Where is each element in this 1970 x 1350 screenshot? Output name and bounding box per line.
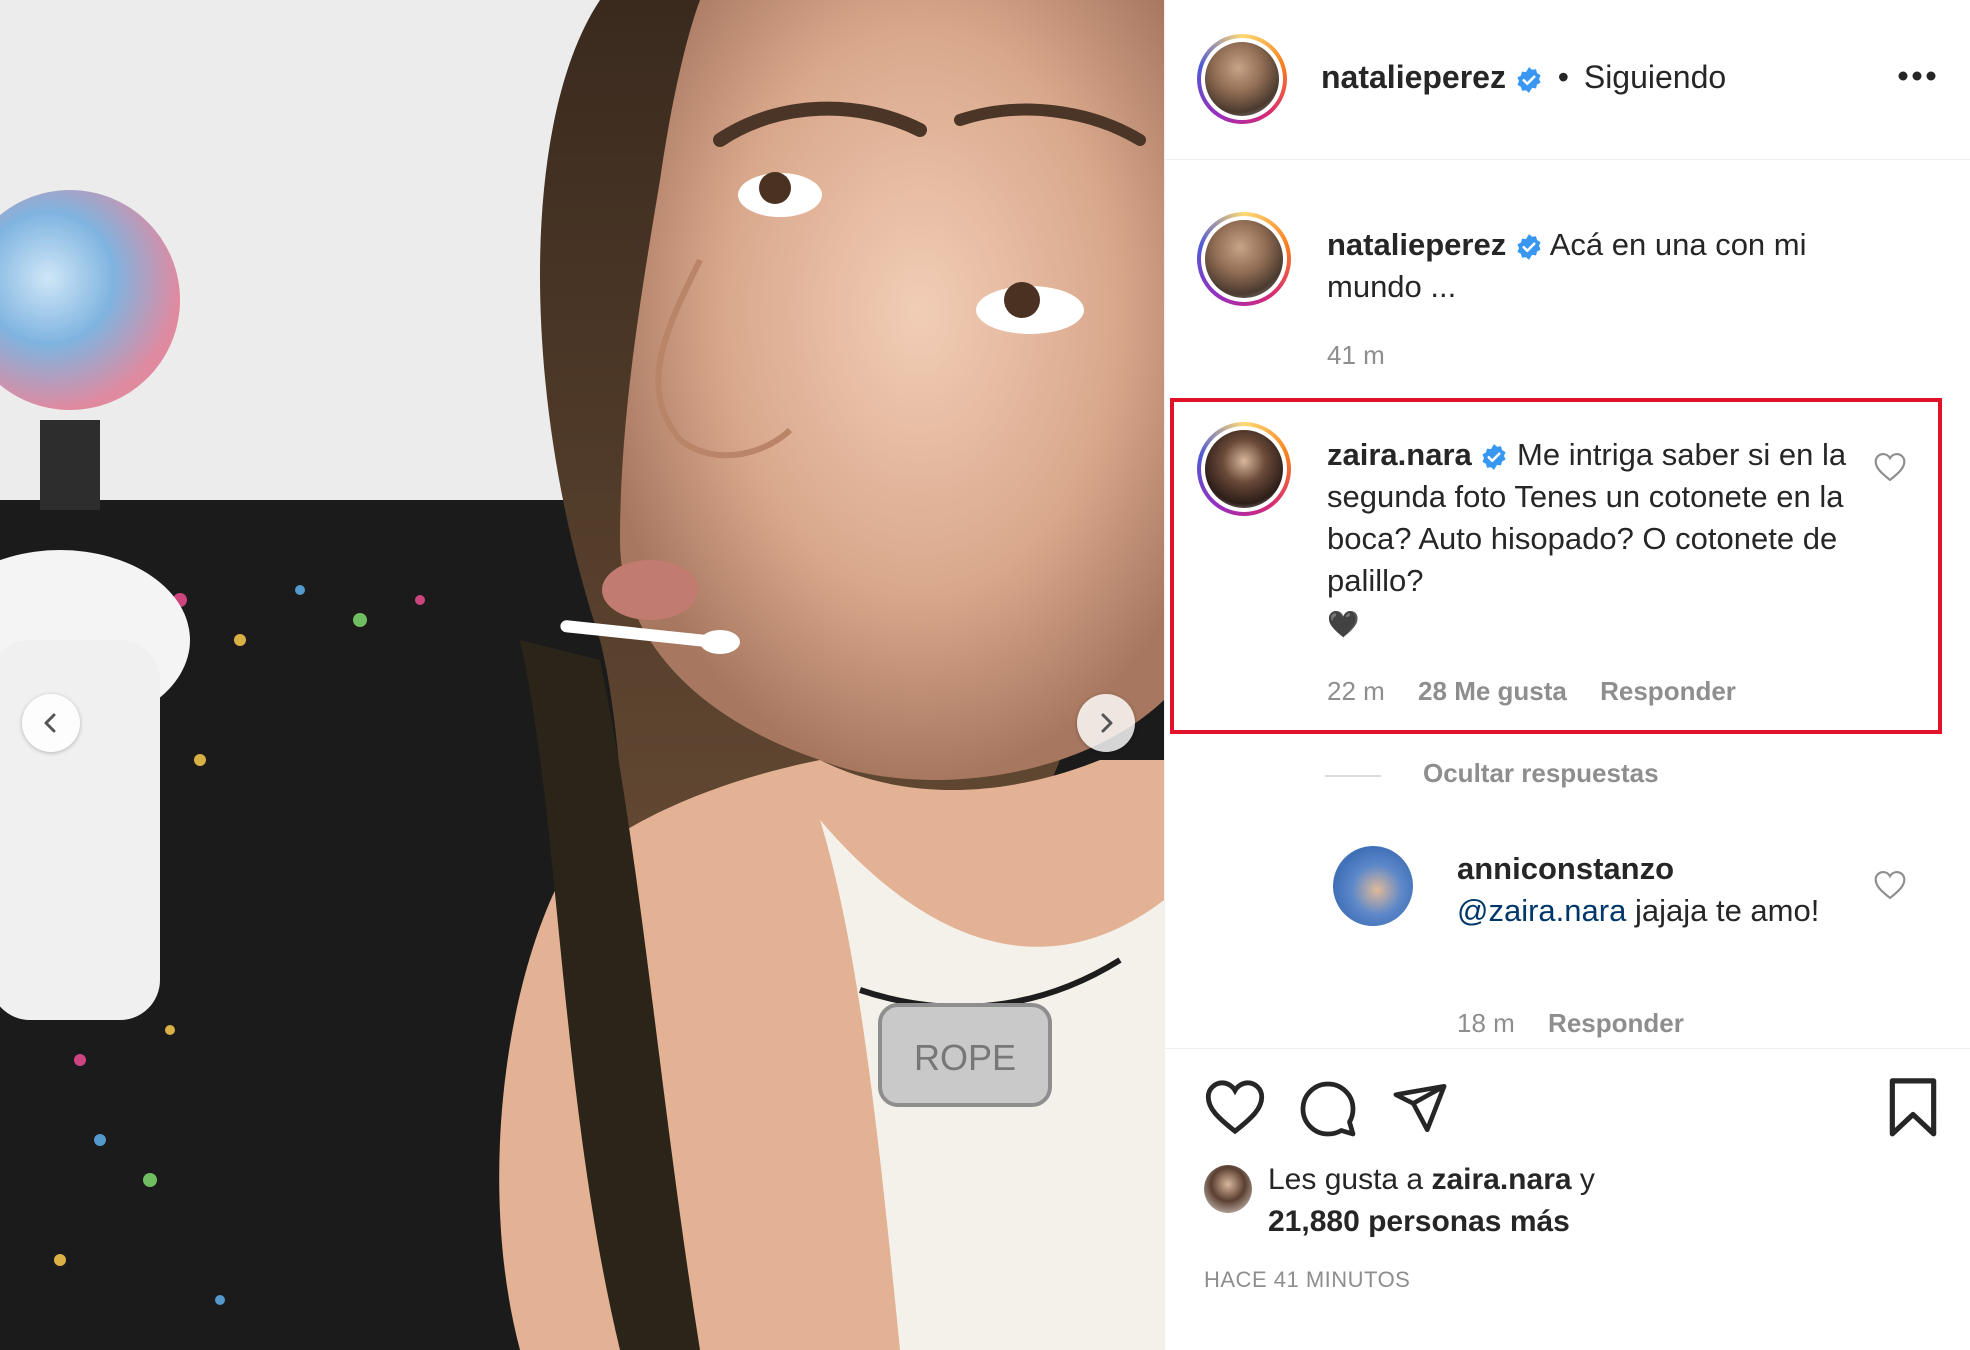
- header-username[interactable]: natalieperez: [1321, 59, 1506, 95]
- liker-avatar[interactable]: [1204, 1165, 1252, 1213]
- caption-avatar[interactable]: [1197, 212, 1291, 306]
- like-heart-icon[interactable]: [1204, 1079, 1266, 1135]
- chevron-left-icon: [44, 713, 56, 733]
- carousel-prev-button[interactable]: [22, 694, 80, 752]
- caption-meta: 41 m: [1327, 340, 1411, 371]
- carousel-next-button[interactable]: [1077, 694, 1135, 752]
- post-header: natalieperez • Siguiendo: [1165, 0, 1970, 160]
- follow-status-button[interactable]: Siguiendo: [1584, 59, 1726, 95]
- reply-text: jajaja te amo!: [1634, 893, 1820, 928]
- reply-avatar[interactable]: [1333, 846, 1413, 926]
- photo-illustration: ROPE: [0, 0, 1164, 1350]
- hide-replies-button[interactable]: Ocultar respuestas: [1423, 758, 1685, 789]
- likes-username[interactable]: zaira.nara: [1431, 1163, 1571, 1196]
- comment-highlight-box: [1170, 398, 1942, 734]
- caption-time[interactable]: 41 m: [1327, 340, 1385, 370]
- author-avatar[interactable]: [1197, 34, 1287, 124]
- necklace-text: ROPE: [914, 1037, 1016, 1078]
- hide-replies-line: [1325, 775, 1381, 777]
- post-photo: ROPE: [0, 0, 1164, 1350]
- chevron-right-icon: [1101, 713, 1113, 733]
- reply-text-block: anniconstanzo @zaira.nara jajaja te amo!: [1457, 848, 1877, 932]
- likes-others-count[interactable]: 21,880 personas más: [1268, 1205, 1570, 1238]
- save-bookmark-icon[interactable]: [1886, 1077, 1940, 1139]
- caption-username[interactable]: natalieperez: [1327, 227, 1506, 262]
- likes-summary: Les gusta a zaira.nara y 21,880 personas…: [1268, 1159, 1768, 1243]
- reply-mention[interactable]: @zaira.nara: [1457, 893, 1626, 928]
- comment-bubble-icon[interactable]: [1298, 1079, 1358, 1139]
- reply-username[interactable]: anniconstanzo: [1457, 851, 1674, 886]
- verified-badge-icon: [1517, 66, 1541, 93]
- header-separator: •: [1557, 59, 1569, 95]
- reply-like-heart-icon[interactable]: [1873, 870, 1907, 900]
- reply-reply-button[interactable]: Responder: [1548, 1008, 1684, 1038]
- reply-meta: 18 m Responder: [1457, 1008, 1710, 1039]
- more-options-icon[interactable]: [1897, 70, 1937, 82]
- likes-prefix: Les gusta a: [1268, 1163, 1424, 1196]
- likes-joiner: y: [1579, 1163, 1595, 1196]
- hide-replies-label: Ocultar respuestas: [1423, 758, 1659, 788]
- caption-text-block: natalieperez Acá en una con mi mundo ...: [1327, 224, 1887, 308]
- header-author-row: natalieperez • Siguiendo: [1321, 56, 1726, 98]
- post-actions: Les gusta a zaira.nara y 21,880 personas…: [1164, 1048, 1970, 1350]
- verified-badge-icon: [1517, 233, 1541, 260]
- post-time-ago[interactable]: HACE 41 MINUTOS: [1204, 1267, 1410, 1293]
- share-send-icon[interactable]: [1390, 1079, 1450, 1137]
- reply-time[interactable]: 18 m: [1457, 1008, 1515, 1038]
